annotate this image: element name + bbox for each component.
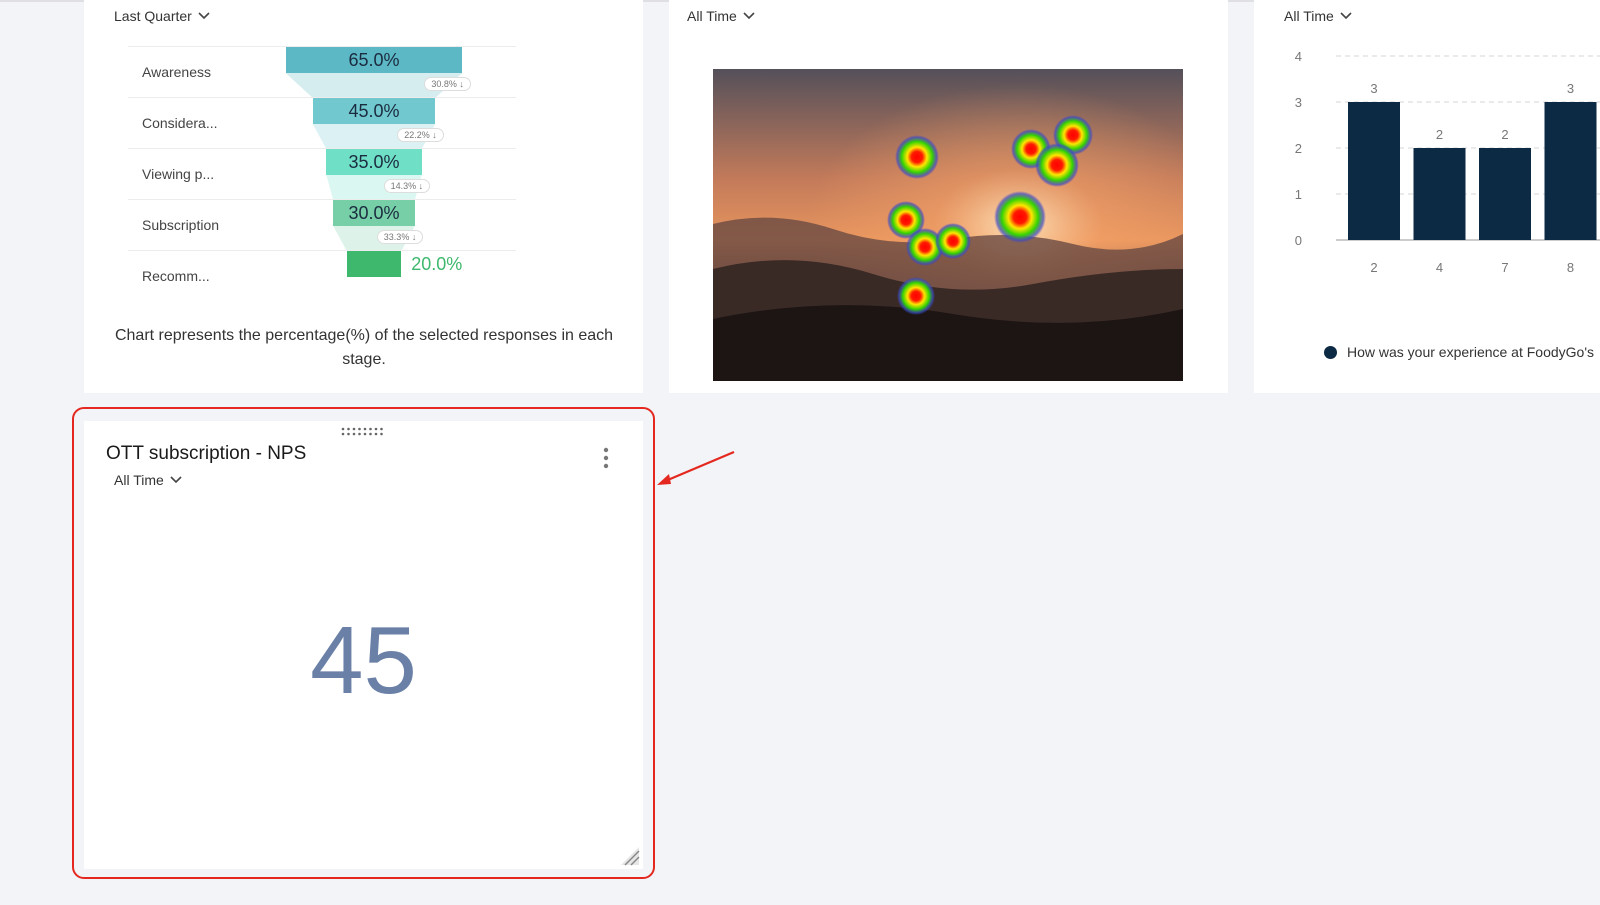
heatmap-date-filter-label: All Time <box>687 8 737 24</box>
funnel-connector <box>333 226 415 251</box>
arrow-down-icon: ↓ <box>409 232 417 242</box>
funnel-bar[interactable] <box>346 251 402 277</box>
funnel-stage-label: Recomm... <box>142 268 210 284</box>
nps-card: OTT subscription - NPS All Time 45 <box>84 421 643 869</box>
heatmap-hotspot <box>994 191 1046 243</box>
nps-score: 45 <box>310 607 417 714</box>
bar-chart-date-filter[interactable]: All Time <box>1284 8 1352 24</box>
heatmap-card: All Time <box>669 0 1228 393</box>
bar-data-label: 3 <box>1567 81 1574 96</box>
kebab-menu-icon[interactable] <box>601 447 611 469</box>
x-tick-label: 8 <box>1567 260 1574 275</box>
annotation-arrow-icon <box>657 450 735 485</box>
chevron-down-icon <box>743 12 755 20</box>
x-tick-label: 7 <box>1501 260 1508 275</box>
x-tick-label: 2 <box>1370 260 1377 275</box>
funnel-connector <box>312 124 436 149</box>
funnel-chart-card: Last Quarter Awareness 65.0% 30.8% ↓ Consid… <box>84 0 643 393</box>
funnel-row: Recomm... 20.0% <box>128 250 516 302</box>
bar[interactable] <box>1413 148 1466 240</box>
nps-card-title: OTT subscription - NPS <box>106 443 307 464</box>
funnel-drop-badge: 14.3% ↓ <box>383 179 431 193</box>
y-tick-label: 3 <box>1295 95 1302 110</box>
chevron-down-icon <box>198 12 210 20</box>
nps-date-filter-label: All Time <box>114 472 164 488</box>
funnel-row: Awareness 65.0% 30.8% ↓ <box>128 46 516 98</box>
arrow-down-icon: ↓ <box>456 79 464 89</box>
bar-data-label: 3 <box>1370 81 1377 96</box>
bar[interactable] <box>1348 102 1400 240</box>
funnel-row: Viewing p... 35.0% 14.3% ↓ <box>128 148 516 200</box>
funnel-stage-value: 35.0% <box>348 152 400 172</box>
legend-swatch <box>1324 345 1337 359</box>
resize-handle-icon[interactable] <box>617 843 641 867</box>
bar-chart-card: All Time 0 1 2 3 4 3 2 2 4 2 7 3 8 How was your expe… <box>1254 0 1600 393</box>
funnel-connector <box>326 175 422 200</box>
bar-chart-date-filter-label: All Time <box>1284 8 1334 24</box>
funnel-drop-value: 33.3% <box>383 232 410 242</box>
funnel-drop-value: 14.3% <box>390 181 417 191</box>
x-tick-label: 4 <box>1436 260 1443 275</box>
funnel-drop-badge: 30.8% ↓ <box>424 77 471 91</box>
arrow-down-icon: ↓ <box>416 181 424 191</box>
funnel-drop-badge: 33.3% ↓ <box>376 230 424 244</box>
heatmap-hotspot <box>1035 143 1079 187</box>
chevron-down-icon <box>1340 12 1352 20</box>
heatmap-image <box>713 69 1183 381</box>
funnel-stage-value: 20.0% <box>411 254 463 274</box>
funnel-stage-value: 30.0% <box>348 203 400 223</box>
drag-handle-icon[interactable] <box>341 427 387 437</box>
heatmap-hotspot <box>935 223 971 259</box>
bar-chart-legend[interactable]: How was your experience at FoodyGo's <box>1324 344 1594 360</box>
heatmap-hotspot <box>895 135 939 179</box>
y-tick-label: 1 <box>1295 187 1302 202</box>
bar-chart: 0 1 2 3 4 3 2 2 4 2 7 3 8 <box>1295 49 1600 275</box>
funnel-date-filter-label: Last Quarter <box>114 8 192 24</box>
funnel-drop-value: 22.2% <box>404 130 430 140</box>
funnel-drop-value: 30.8% <box>431 79 457 89</box>
chevron-down-icon <box>170 476 182 484</box>
bar-data-label: 2 <box>1501 127 1508 142</box>
bar-data-label: 2 <box>1436 127 1443 142</box>
y-tick-label: 0 <box>1295 233 1302 248</box>
arrow-down-icon: ↓ <box>429 130 437 140</box>
y-tick-label: 2 <box>1295 141 1302 156</box>
bar[interactable] <box>1544 102 1597 240</box>
funnel-row: Subscription 30.0% 33.3% ↓ <box>128 199 516 251</box>
heatmap-date-filter[interactable]: All Time <box>687 8 755 24</box>
y-tick-label: 4 <box>1295 49 1302 64</box>
funnel-row: Considera... 45.0% 22.2% ↓ <box>128 97 516 149</box>
funnel-stage-value: 45.0% <box>348 101 400 121</box>
funnel-stage-value: 65.0% <box>348 50 400 70</box>
nps-date-filter[interactable]: All Time <box>114 472 182 488</box>
bar[interactable] <box>1479 148 1531 240</box>
funnel-date-filter[interactable]: Last Quarter <box>114 8 210 24</box>
funnel-chart-note: Chart represents the percentage(%) of th… <box>114 327 614 368</box>
heatmap-hotspot <box>897 277 935 315</box>
funnel-drop-badge: 22.2% ↓ <box>397 128 444 142</box>
legend-label: How was your experience at FoodyGo's <box>1347 344 1595 360</box>
